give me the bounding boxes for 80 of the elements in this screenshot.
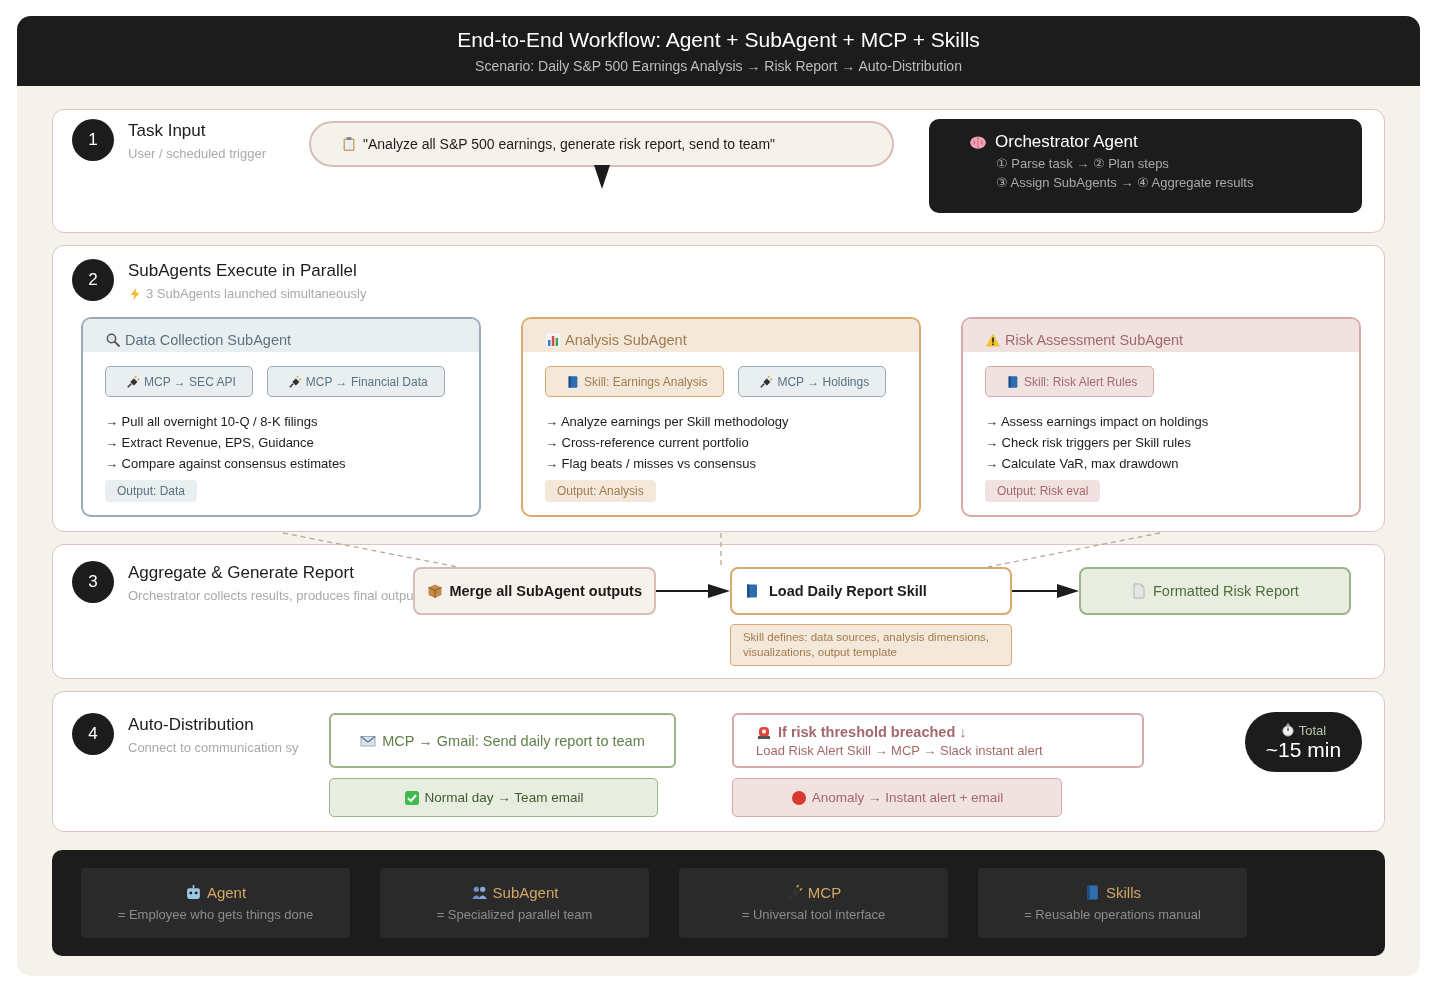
bar-chart-icon <box>545 332 561 348</box>
task-item: → Analyze earnings per Skill methodology <box>545 413 790 431</box>
task-item: → Check risk triggers per Skill rules <box>985 434 1192 452</box>
timer-value: ~15 min <box>1265 737 1342 762</box>
section-title: Auto-Distribution <box>128 715 255 735</box>
alert-dot-icon <box>790 789 807 806</box>
task-item: → Flag beats / misses vs consensus <box>545 455 757 473</box>
document-icon <box>1131 583 1147 599</box>
section-subtitle: Orchestrator collects results, produces final outpu <box>128 588 414 603</box>
orchestrator-title: Orchestrator Agent <box>995 132 1138 152</box>
mcp-tag: MCP → Holdings <box>738 366 887 397</box>
lightning-icon <box>128 286 142 301</box>
task-item: → Compare against consensus estimates <box>105 455 347 473</box>
section-subtitle: Connect to communication sy <box>128 740 299 755</box>
section-title: Aggregate & Generate Report <box>128 563 355 583</box>
email-step: MCP → Gmail: Send daily report to team <box>329 713 676 768</box>
stopwatch-icon <box>1280 723 1295 737</box>
step-number: 3 <box>72 561 114 603</box>
skill-tag: Skill: Risk Alert Rules <box>985 366 1155 397</box>
legend-title: SubAgent <box>492 884 559 901</box>
step-number: 2 <box>72 259 114 301</box>
plug-icon <box>126 374 140 389</box>
task-prompt: "Analyze all S&P 500 earnings, generate risk report, send to team" <box>309 121 894 167</box>
task-item: → Extract Revenue, EPS, Guidance <box>105 434 315 452</box>
legend-title: MCP <box>807 884 842 901</box>
task-item: → Pull all overnight 10-Q / 8-K filings <box>105 413 319 431</box>
outcome-tag: Normal day → Team email <box>329 778 658 817</box>
legend-description: = Specialized parallel team <box>436 907 593 922</box>
output-tag: Output: Data <box>105 480 198 502</box>
timer-label: Total <box>1298 722 1327 738</box>
legend-title: Skills <box>1106 884 1141 901</box>
alert-detail: Load Risk Alert Skill → MCP → Slack instant alert <box>756 742 1044 758</box>
connector-line <box>720 532 722 568</box>
subagent-title: Data Collection SubAgent <box>125 332 292 348</box>
merge-step: Merge all SubAgent outputs <box>413 567 656 615</box>
subagent-title: Analysis SubAgent <box>565 332 687 348</box>
legend-description: = Employee who gets things done <box>117 907 314 922</box>
task-item: → Cross-reference current portfolio <box>545 434 750 452</box>
section-title: Task Input <box>128 121 207 141</box>
legend-description: = Universal tool interface <box>741 907 886 922</box>
package-icon <box>427 583 444 599</box>
skill-tag: Skill: Earnings Analysis <box>545 366 725 397</box>
robot-icon <box>184 884 202 901</box>
orchestrator-step: ① Parse task → ② Plan steps <box>969 156 1362 171</box>
orchestrator-step: ③ Assign SubAgents → ④ Aggregate results <box>969 175 1362 190</box>
book-icon <box>1006 374 1020 389</box>
output-tag: Output: Risk eval <box>985 480 1101 502</box>
output-tag: Output: Analysis <box>545 480 656 502</box>
legend-title: Agent <box>206 884 247 901</box>
skill-note: Skill defines: data sources, analysis dimensions, visualizations, output template <box>729 624 1012 666</box>
step-number: 1 <box>72 119 114 161</box>
search-icon <box>105 332 121 348</box>
mcp-tag: MCP → Financial Data <box>266 366 445 397</box>
plug-icon <box>785 884 803 901</box>
step-number: 4 <box>72 713 114 755</box>
brain-icon <box>969 133 987 151</box>
book-icon <box>1084 884 1101 901</box>
section-title: SubAgents Execute in Parallel <box>128 261 358 281</box>
section-subtitle: User / scheduled trigger <box>128 146 266 161</box>
section-subtitle: 3 SubAgents launched simultaneously <box>146 286 367 301</box>
plug-icon <box>759 374 774 389</box>
task-item: → Assess earnings impact on holdings <box>985 413 1210 431</box>
book-icon <box>566 374 580 389</box>
task-item: → Calculate VaR, max drawdown <box>985 455 1180 473</box>
people-icon <box>470 884 488 901</box>
warning-icon <box>985 332 1001 348</box>
subagent-title: Risk Assessment SubAgent <box>1005 332 1184 348</box>
check-icon <box>403 789 420 806</box>
skill-step: Load Daily Report Skill <box>729 567 1012 615</box>
result-step: Formatted Risk Report <box>1078 567 1351 615</box>
diagram-subtitle: Scenario: Daily S&P 500 Earnings Analysis → Risk Report → Auto-Distribution <box>475 58 962 74</box>
pointer-triangle <box>593 165 610 189</box>
diagram-title: End-to-End Workflow: Agent + SubAgent + MCP + Skills <box>457 28 980 52</box>
legend-description: = Reusable operations manual <box>1024 907 1201 922</box>
flow-arrow <box>1011 583 1079 599</box>
plug-icon <box>287 374 302 389</box>
outcome-tag: Anomaly → Instant alert + email <box>732 778 1062 817</box>
clipboard-icon <box>341 136 357 152</box>
mcp-tag: MCP → SEC API <box>105 366 253 397</box>
alert-title: If risk threshold breached ↓ <box>778 723 967 740</box>
